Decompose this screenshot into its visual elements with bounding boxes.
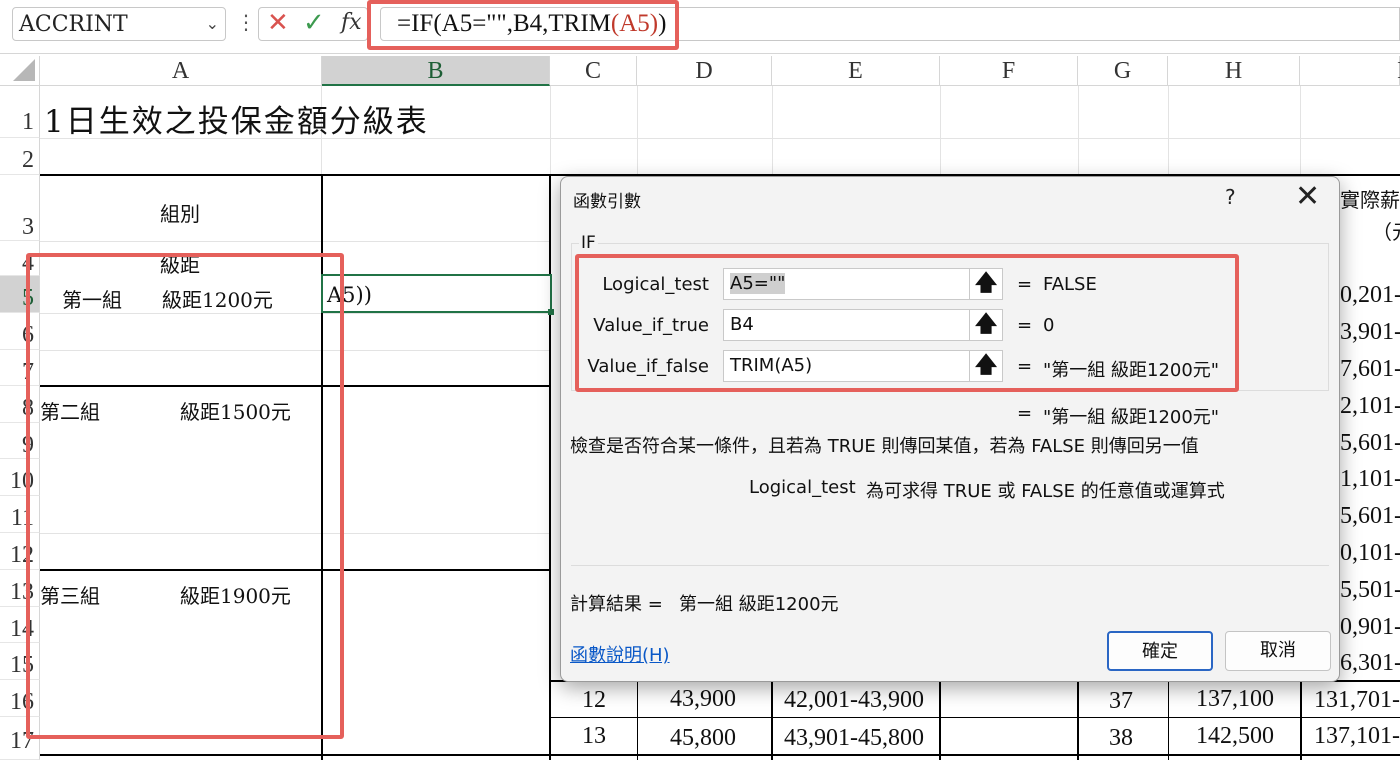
arguments-highlight-box <box>575 254 1239 392</box>
dialog-title: 函數引數 <box>573 192 641 212</box>
table-border <box>40 754 1400 756</box>
arg-help-text: 為可求得 TRUE 或 FALSE 的任意值或運算式 <box>866 481 1225 502</box>
gridline <box>1300 86 1301 174</box>
function-arguments-dialog: 函數引數 ? ✕ IF Logical_test A5="" 🡅 = FALSE… <box>560 176 1340 682</box>
cell-d17: 45,800 <box>670 725 736 751</box>
col-header-a[interactable]: A <box>40 56 322 86</box>
row-header-2[interactable]: 2 <box>0 138 40 175</box>
cell-i12: 0,101- <box>1340 540 1400 566</box>
col-header-i[interactable]: I <box>1300 56 1400 86</box>
cell-i7: 7,601- <box>1340 356 1400 382</box>
row-header-1[interactable]: 1 <box>0 86 40 138</box>
gridline <box>1078 86 1079 174</box>
function-help-link[interactable]: 函數說明(H) <box>570 641 670 667</box>
select-all-corner[interactable] <box>0 56 40 86</box>
cell-g17: 38 <box>1109 725 1133 751</box>
col-header-c[interactable]: C <box>550 56 637 86</box>
gridline <box>637 86 638 174</box>
cell-i10: 1,101- <box>1340 466 1400 492</box>
table-border <box>939 680 941 760</box>
close-icon[interactable]: ✕ <box>1295 179 1320 214</box>
arg-help-name: Logical_test <box>749 477 856 498</box>
calc-result-label: 計算結果 = <box>570 594 663 615</box>
cell-d16: 43,900 <box>670 686 736 712</box>
cell-g16: 37 <box>1109 688 1133 714</box>
cell-i6: 3,901- <box>1340 319 1400 345</box>
cell-i9: 5,601-3 <box>1340 430 1400 456</box>
cell-c16: 12 <box>582 687 606 713</box>
cell-i8: 2,101- <box>1340 393 1400 419</box>
cancel-icon[interactable]: ✕ <box>267 8 289 38</box>
gridline <box>40 241 550 242</box>
more-options-icon[interactable]: ⋮ <box>236 10 256 34</box>
formula-highlight-box <box>367 0 679 50</box>
cell-e16: 42,001-43,900 <box>784 687 924 713</box>
calc-result-value: 第一組 級距1200元 <box>679 594 839 615</box>
table-border <box>1168 680 1169 760</box>
cell-i13: 5,501- <box>1340 577 1400 603</box>
col-header-d[interactable]: D <box>637 56 772 86</box>
cell-i11: 5,601- <box>1340 503 1400 529</box>
cell-i5: 0,201- <box>1340 282 1400 308</box>
ok-button[interactable]: 確定 <box>1107 631 1213 671</box>
col-header-h[interactable]: H <box>1168 56 1300 86</box>
help-icon[interactable]: ? <box>1225 185 1236 209</box>
col-header-g[interactable]: G <box>1078 56 1168 86</box>
cell-i15: 6,301- <box>1340 650 1400 676</box>
cell-i17: 137,101- <box>1314 723 1400 749</box>
cell-h16: 137,100 <box>1196 686 1274 712</box>
cell-e17: 43,901-45,800 <box>784 725 924 751</box>
gridline <box>940 86 941 174</box>
col-header-e[interactable]: E <box>772 56 940 86</box>
overall-result: "第一組 級距1200元" <box>1043 407 1220 428</box>
table-border <box>771 680 773 760</box>
formula-buttons: ✕ ✓ fx <box>258 7 368 41</box>
cell-i14: 0,901- <box>1340 614 1400 640</box>
overall-equals: = <box>1017 403 1033 424</box>
table-border <box>637 680 638 760</box>
col-header-b[interactable]: B <box>322 56 550 86</box>
fill-handle[interactable] <box>548 309 554 315</box>
active-cell-b5[interactable]: A5)) <box>321 274 554 315</box>
insert-function-icon[interactable]: fx <box>341 10 362 35</box>
cell-i16: 131,701- <box>1314 687 1400 713</box>
cell-h17: 142,500 <box>1196 723 1274 749</box>
gridline <box>1168 86 1169 174</box>
sheet-title: 1日生效之投保金額分級表 <box>44 104 429 140</box>
column-a-highlight-box <box>26 253 344 739</box>
row-header-3[interactable]: 3 <box>0 175 40 241</box>
table-border <box>550 717 1400 718</box>
cancel-button[interactable]: 取消 <box>1225 631 1331 671</box>
gridline <box>772 86 773 174</box>
cell-i3-top: 實際薪 <box>1340 188 1400 212</box>
cell-i3-bottom: （元 <box>1372 220 1400 244</box>
enter-icon[interactable]: ✓ <box>303 8 325 38</box>
divider <box>571 565 1329 566</box>
chevron-down-icon[interactable]: ⌄ <box>206 14 219 33</box>
table-border <box>549 174 551 760</box>
gridline <box>550 86 551 174</box>
name-box[interactable]: ACCRINT ⌄ <box>12 7 226 41</box>
formula-bar: ACCRINT ⌄ ⋮ ✕ ✓ fx =IF(A5="",B4,TRIM(A5)… <box>0 0 1400 54</box>
cell-c17: 13 <box>582 723 606 749</box>
header-group: 組別 <box>160 202 200 226</box>
function-description: 檢查是否符合某一條件，且若為 TRUE 則傳回某值，若為 FALSE 則傳回另一… <box>570 436 1199 457</box>
name-box-value: ACCRINT <box>19 12 128 37</box>
function-name: IF <box>579 233 598 253</box>
col-header-f[interactable]: F <box>940 56 1078 86</box>
